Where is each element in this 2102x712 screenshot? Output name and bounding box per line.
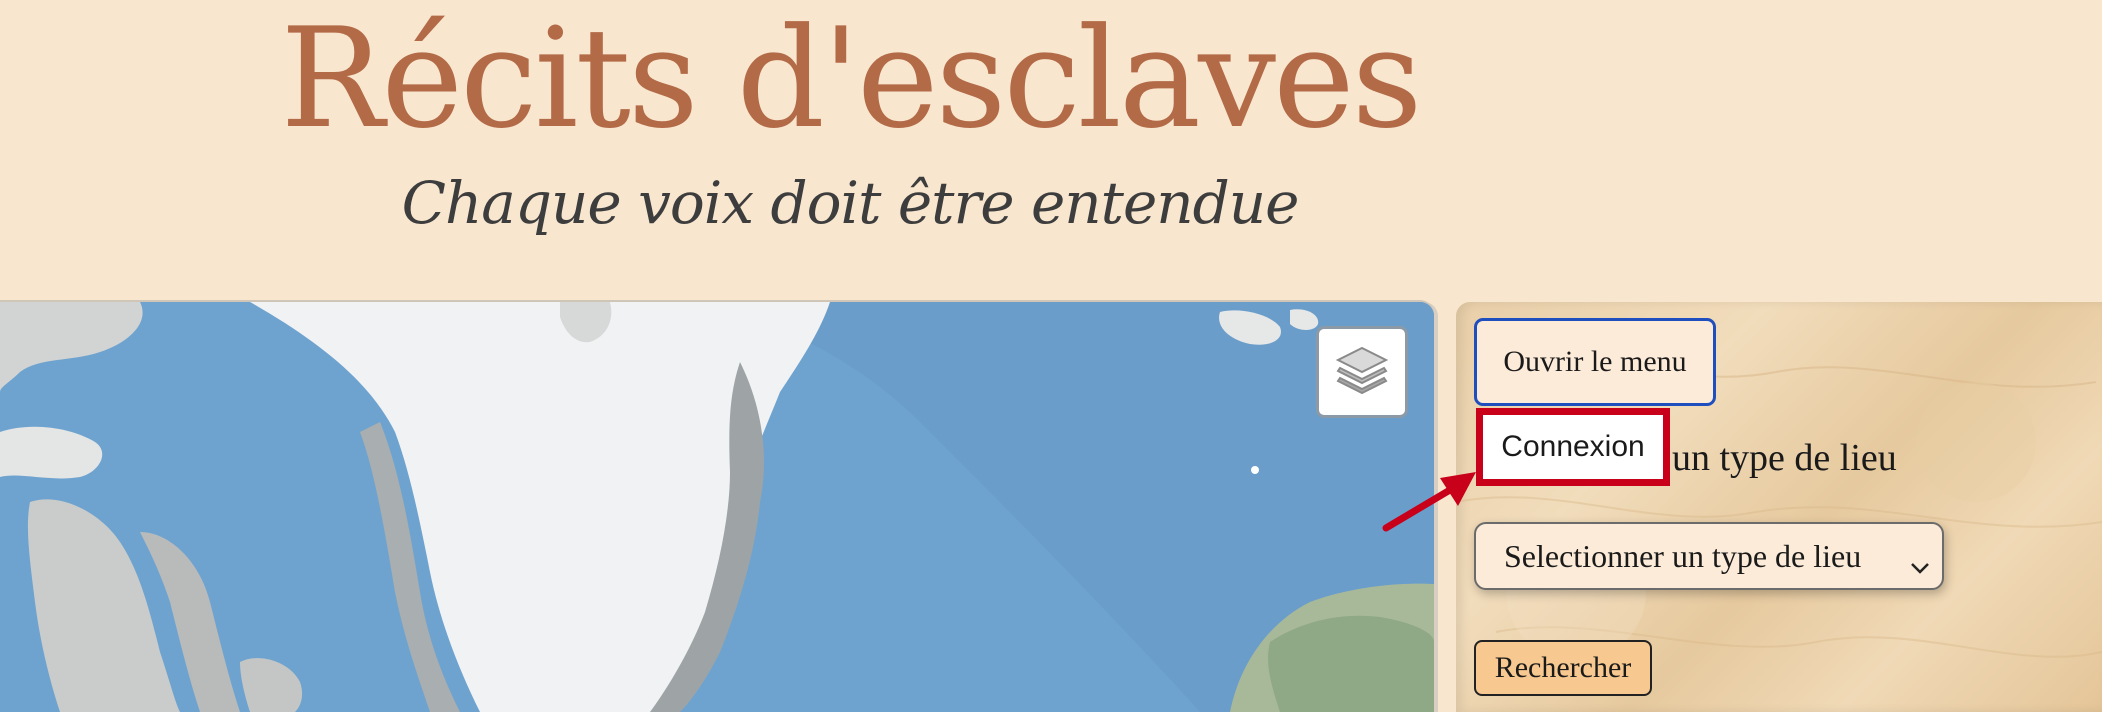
chevron-down-icon [1910,546,1930,583]
layers-icon [1334,344,1390,401]
site-header: Récits d'esclaves Chaque voix doit être … [0,0,1434,300]
map[interactable] [0,302,1434,712]
place-type-select[interactable]: Selectionner un type de lieu [1474,522,1944,590]
annotation-arrow-icon [1380,466,1490,541]
layers-control-button[interactable] [1316,326,1408,418]
login-button[interactable]: Connexion [1476,408,1670,486]
open-menu-button[interactable]: Ouvrir le menu [1474,318,1716,406]
site-tagline: Chaque voix doit être entendue [401,169,1300,237]
search-button[interactable]: Rechercher [1474,640,1652,696]
site-title: Récits d'esclaves [280,0,1422,159]
place-type-label: un type de lieu [1672,437,1897,479]
place-type-select-value: Selectionner un type de lieu [1504,537,1862,574]
map-tiles [0,302,1434,712]
